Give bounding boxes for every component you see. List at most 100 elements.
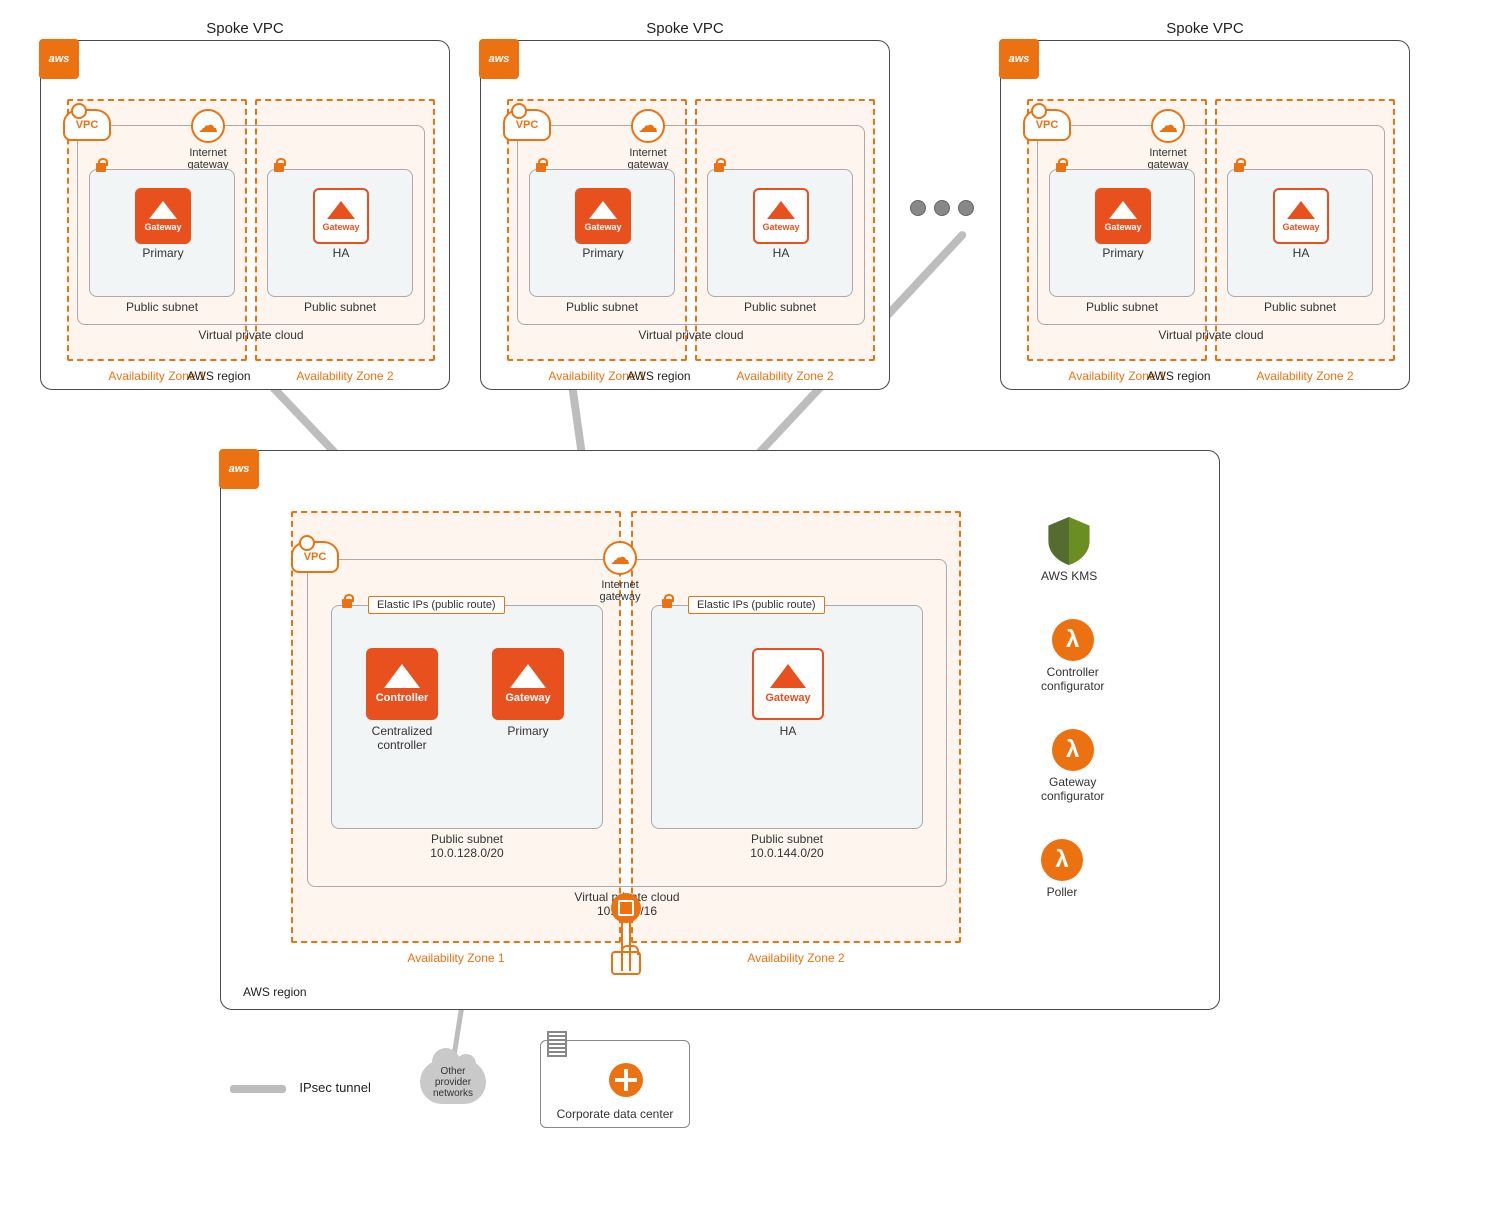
- lambda2-label: Gateway configurator: [1041, 775, 1104, 803]
- vgw-icon: [611, 893, 641, 923]
- elastic-ips-label: Elastic IPs (public route): [688, 596, 825, 614]
- spoke3-title: Spoke VPC: [1166, 20, 1244, 37]
- lambda3-label: Poller: [1041, 885, 1083, 899]
- spoke2-subnet1: Public subnet GatewayPrimary: [529, 169, 675, 297]
- igw-label: Internet gateway: [1148, 147, 1189, 171]
- spoke1-subnet2: Public subnet Gateway HA: [267, 169, 413, 297]
- subnet-label: Public subnet 10.0.144.0/20: [750, 832, 823, 860]
- lock-icon: [1232, 160, 1246, 174]
- kms-shield-icon: [1048, 517, 1090, 565]
- lock-icon: [534, 160, 548, 174]
- spoke3-region: aws Availability Zone 1 Availability Zon…: [1000, 40, 1410, 390]
- internet-gateway-icon: ☁: [631, 109, 665, 143]
- legend: IPsec tunnel: [230, 1080, 371, 1095]
- region-label: AWS region: [187, 369, 251, 383]
- lambda-icon: λ: [1052, 729, 1094, 771]
- gw-label: Primary: [507, 724, 548, 738]
- lambda1-block: λ Controller configurator: [1041, 619, 1104, 693]
- subnet-label: Public subnet: [566, 300, 638, 314]
- hub-subnet2: Elastic IPs (public route) Public subnet…: [651, 605, 923, 829]
- internet-gateway-icon: ☁: [1151, 109, 1185, 143]
- aws-logo-icon: aws: [39, 39, 79, 79]
- vpc-badge-icon: VPC: [63, 109, 111, 141]
- hub-subnet1: Elastic IPs (public route) Public subnet…: [331, 605, 603, 829]
- vpc-badge-icon: VPC: [291, 541, 339, 573]
- subnet-label: Public subnet: [304, 300, 376, 314]
- ellipsis-dots: [910, 200, 974, 216]
- gw-label: HA: [1293, 246, 1310, 260]
- spoke2-region: aws Availability Zone 1 Availability Zon…: [480, 40, 890, 390]
- gw-label: Primary: [582, 246, 623, 260]
- gateway-icon: Gateway: [575, 188, 631, 244]
- lambda1-label: Controller configurator: [1041, 665, 1104, 693]
- vpc-label: Virtual private cloud: [1158, 328, 1263, 342]
- az-label: Availability Zone 2: [1256, 369, 1353, 383]
- subnet-label: Public subnet 10.0.128.0/20: [430, 832, 503, 860]
- gateway-icon: Gateway: [492, 648, 564, 720]
- aws-logo-icon: aws: [999, 39, 1039, 79]
- router-icon: [609, 1063, 643, 1097]
- subnet-label: Public subnet: [744, 300, 816, 314]
- az-label: Availability Zone 2: [736, 369, 833, 383]
- igw-label: Internet gateway: [600, 579, 641, 603]
- other-networks: Other provider networks: [420, 1060, 486, 1104]
- spoke1-region: aws Availability Zone 1 Availability Zon…: [40, 40, 450, 390]
- az-label: Availability Zone 2: [296, 369, 393, 383]
- region-label: AWS region: [1147, 369, 1211, 383]
- gateway-icon: Gateway: [135, 188, 191, 244]
- aws-logo-icon: aws: [219, 449, 259, 489]
- lock-icon: [272, 160, 286, 174]
- gw-label: HA: [773, 246, 790, 260]
- kms-label: AWS KMS: [1041, 569, 1097, 583]
- controller-icon: Controller: [366, 648, 438, 720]
- lock-icon: [660, 596, 674, 610]
- kms-block: AWS KMS: [1041, 517, 1097, 583]
- legend-line-icon: [230, 1085, 286, 1093]
- lock-icon: [1054, 160, 1068, 174]
- controller-label: Centralized controller: [372, 724, 433, 752]
- legend-label: IPsec tunnel: [299, 1080, 371, 1095]
- lambda-icon: λ: [1052, 619, 1094, 661]
- az-label: Availability Zone 1: [407, 951, 504, 965]
- lock-icon: [712, 160, 726, 174]
- spoke3-subnet1: Public subnet GatewayPrimary: [1049, 169, 1195, 297]
- gateway-icon: Gateway: [753, 188, 809, 244]
- vpc-badge-icon: VPC: [503, 109, 551, 141]
- cgw-icon: [611, 951, 641, 975]
- gateway-icon: Gateway: [313, 188, 369, 244]
- lock-icon: [340, 596, 354, 610]
- gateway-icon: Gateway: [752, 648, 824, 720]
- lambda2-block: λ Gateway configurator: [1041, 729, 1104, 803]
- building-icon: [547, 1031, 567, 1057]
- gw-label: Primary: [142, 246, 183, 260]
- igw-label: Internet gateway: [628, 147, 669, 171]
- subnet-label: Public subnet: [1264, 300, 1336, 314]
- vpc-badge-icon: VPC: [1023, 109, 1071, 141]
- gw-label: HA: [780, 724, 797, 738]
- gw-label: Primary: [1102, 246, 1143, 260]
- lambda-icon: λ: [1041, 839, 1083, 881]
- vpc-label: Virtual private cloud: [638, 328, 743, 342]
- elastic-ips-label: Elastic IPs (public route): [368, 596, 505, 614]
- hub-region: aws AWS region Availability Zone 1 Avail…: [220, 450, 1220, 1010]
- gateway-icon: Gateway: [1273, 188, 1329, 244]
- az-label: Availability Zone 2: [747, 951, 844, 965]
- lock-icon: [94, 160, 108, 174]
- internet-gateway-icon: ☁: [603, 541, 637, 575]
- aws-logo-icon: aws: [479, 39, 519, 79]
- igw-label: Internet gateway: [188, 147, 229, 171]
- gateway-icon: Gateway: [1095, 188, 1151, 244]
- internet-gateway-icon: ☁: [191, 109, 225, 143]
- subnet-label: Public subnet: [126, 300, 198, 314]
- spoke3-subnet2: Public subnet GatewayHA: [1227, 169, 1373, 297]
- dc-label: Corporate data center: [557, 1107, 674, 1121]
- spoke2-title: Spoke VPC: [646, 20, 724, 37]
- region-label: AWS region: [627, 369, 691, 383]
- gw-label: HA: [333, 246, 350, 260]
- region-label: AWS region: [243, 985, 307, 999]
- spoke2-subnet2: Public subnet GatewayHA: [707, 169, 853, 297]
- vpc-label: Virtual private cloud: [198, 328, 303, 342]
- corporate-dc: Corporate data center: [540, 1040, 690, 1128]
- subnet-label: Public subnet: [1086, 300, 1158, 314]
- spoke1-title: Spoke VPC: [206, 20, 284, 37]
